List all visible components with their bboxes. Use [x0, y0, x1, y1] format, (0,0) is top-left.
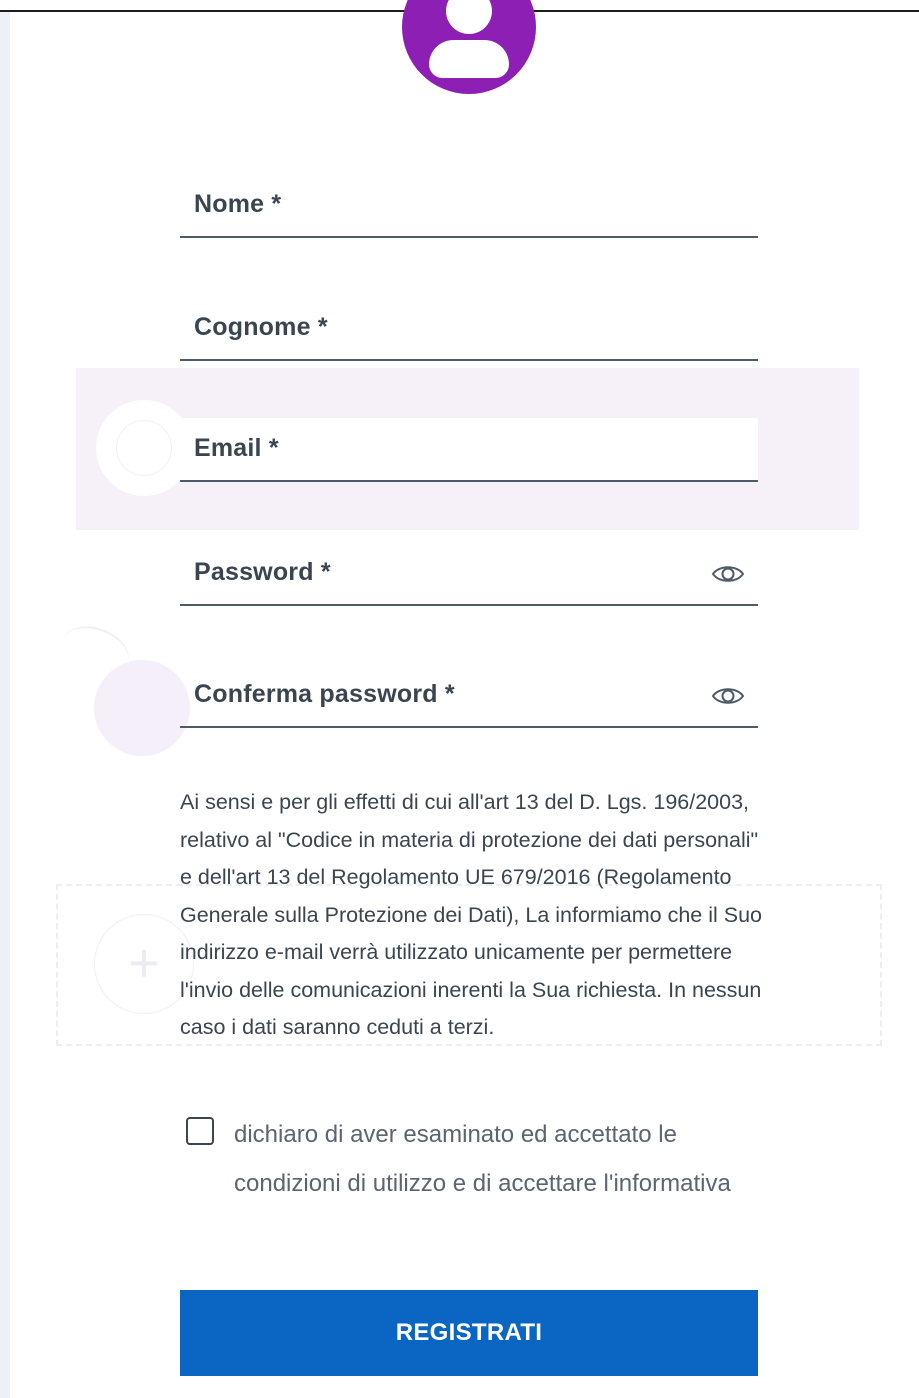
confirm-password-label: Conferma password * — [194, 680, 455, 708]
eye-icon[interactable] — [710, 678, 746, 714]
register-button[interactable]: REGISTRATI — [180, 1290, 758, 1376]
last-name-field[interactable]: Cognome * — [180, 297, 758, 361]
decorative-plus-icon: + — [94, 914, 194, 1014]
password-label: Password * — [194, 558, 331, 586]
password-field[interactable]: Password * — [180, 542, 758, 606]
first-name-label: Nome * — [194, 190, 282, 218]
last-name-label: Cognome * — [194, 313, 328, 341]
first-name-field[interactable]: Nome * — [180, 174, 758, 238]
consent-checkbox[interactable] — [186, 1117, 214, 1145]
email-field[interactable]: Email * — [180, 418, 758, 482]
privacy-notice: Ai sensi e per gli effetti di cui all'ar… — [180, 790, 762, 1039]
user-avatar-icon — [402, 0, 536, 94]
decorative-circle — [94, 660, 190, 756]
confirm-password-field[interactable]: Conferma password * — [180, 664, 758, 728]
decorative-circle — [96, 400, 192, 496]
left-edge-strip — [0, 12, 10, 1398]
eye-icon[interactable] — [710, 556, 746, 592]
consent-label: dichiaro di aver esaminato ed accettato … — [234, 1121, 731, 1197]
email-label: Email * — [194, 434, 279, 462]
